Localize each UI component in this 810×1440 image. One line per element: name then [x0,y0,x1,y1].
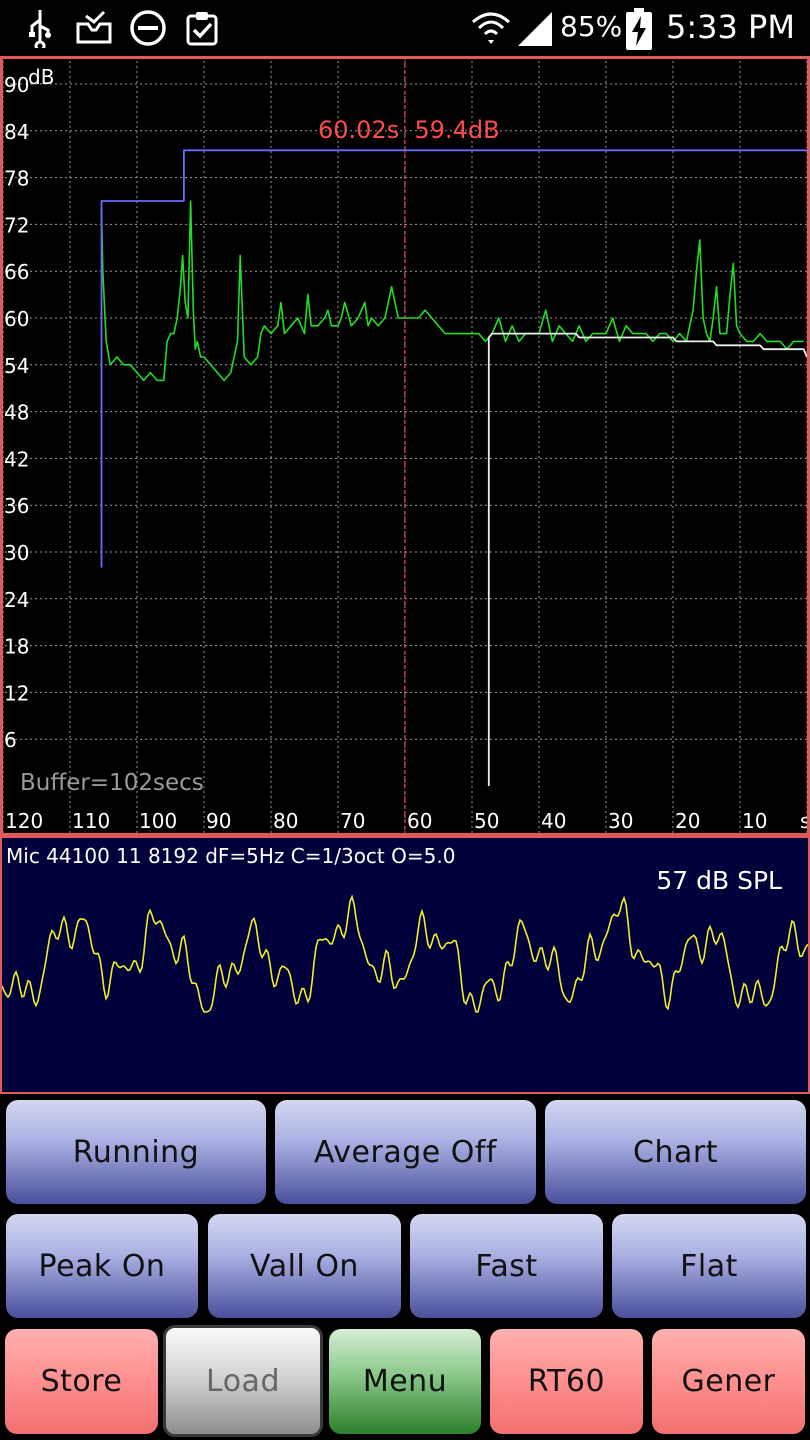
running-button[interactable]: Running [6,1100,266,1204]
vall-on-button[interactable]: Vall On [208,1214,401,1318]
store-button[interactable]: Store [5,1329,158,1434]
peak-on-button[interactable]: Peak On [6,1214,198,1318]
y-tick-label: 42 [4,447,29,471]
battery-charging-icon [626,8,652,50]
cursor-readout: 60.02s 59.4dB [318,116,500,144]
y-tick-label: 36 [4,494,29,518]
wifi-icon [472,12,510,44]
clock: 5:33 PM [666,8,795,46]
rt60-button[interactable]: RT60 [490,1329,643,1434]
valley-hold-trace [487,332,808,786]
status-bar: 85% 5:33 PM [0,0,810,56]
x-tick-label: 120 [5,809,43,833]
spl-readout: 57 dB SPL [656,866,782,895]
buffer-label: Buffer=102secs [20,770,204,796]
waveform-line [2,894,808,1013]
chart-grid [0,56,810,836]
x-tick-label: 40 [541,809,566,833]
y-tick-label: 66 [4,260,29,284]
signal-icon [518,12,552,46]
x-tick-label: 60 [407,809,432,833]
waveform-panel[interactable]: Mic 44100 11 8192 dF=5Hz C=1/3oct O=5.0 … [0,836,810,1094]
battery-percent: 85% [560,10,623,43]
average-off-button[interactable]: Average Off [275,1100,536,1204]
y-tick-label: 84 [4,120,29,144]
chart-canvas[interactable]: 9690847872666054484236302418126 12011010… [0,56,810,836]
x-tick-label: 80 [273,809,298,833]
x-tick-label: 10 [742,809,767,833]
x-tick-label: 30 [608,809,633,833]
x-tick-label: 110 [72,809,110,833]
y-tick-label: 78 [4,167,29,191]
y-tick-label: 6 [4,728,17,752]
level-history-chart[interactable]: 9690847872666054484236302418126 12011010… [0,56,810,836]
level-trace [100,200,804,382]
inbox-icon [76,10,112,44]
x-tick-label: 20 [675,809,700,833]
clipboard-check-icon [186,12,218,46]
y-tick-labels: 9690847872666054484236302418126 [4,73,29,752]
y-tick-label: 18 [4,635,29,659]
load-button[interactable]: Load [163,1325,323,1437]
x-tick-label: 70 [340,809,365,833]
mic-settings-info: Mic 44100 11 8192 dF=5Hz C=1/3oct O=5.0 [6,844,456,868]
fast-button[interactable]: Fast [410,1214,603,1318]
y-tick-label: 30 [4,541,29,565]
x-tick-labels: 120 110 100 90 80 70 60 50 40 30 20 10 [5,809,767,833]
y-tick-label: 54 [4,354,29,378]
do-not-disturb-icon [130,10,166,46]
y-tick-label: 90 [4,73,29,97]
gener-button[interactable]: Gener [652,1329,805,1434]
y-tick-label: 24 [4,588,29,612]
usb-icon [29,10,51,48]
x-tick-label: 100 [139,809,177,833]
y-unit-label: dB [28,65,54,89]
y-tick-label: 72 [4,213,29,237]
flat-button[interactable]: Flat [612,1214,806,1318]
x-tick-label: 50 [474,809,499,833]
y-tick-label: 12 [4,681,29,705]
chart-series [100,149,808,786]
x-tick-label: 90 [206,809,231,833]
y-tick-label: 48 [4,401,29,425]
y-tick-label: 60 [4,307,29,331]
chart-button[interactable]: Chart [545,1100,806,1204]
menu-button[interactable]: Menu [329,1329,481,1434]
